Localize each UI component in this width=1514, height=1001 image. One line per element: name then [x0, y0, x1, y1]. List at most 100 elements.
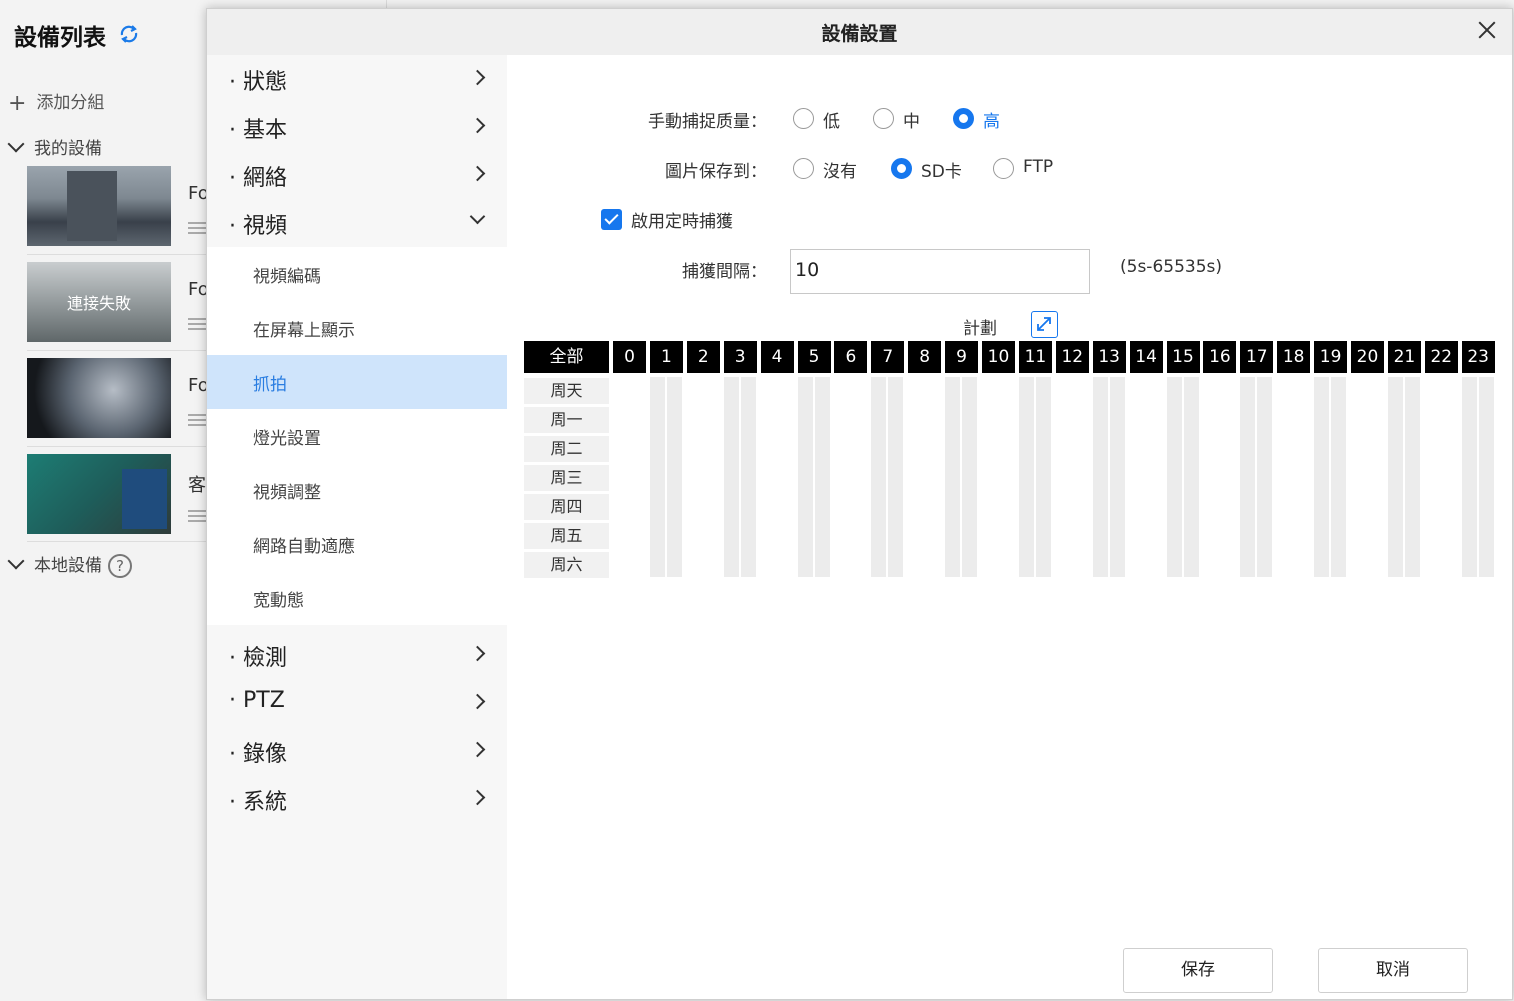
hour-header[interactable]: 6	[834, 341, 868, 373]
my-devices-group[interactable]: 我的設備	[7, 134, 102, 159]
schedule-slot[interactable]	[962, 377, 978, 577]
camera-thumbnail[interactable]: 連接失敗	[27, 262, 171, 342]
schedule-slot[interactable]	[1461, 377, 1477, 577]
menu-item-recording[interactable]: · 錄像	[207, 727, 507, 775]
timed-capture-checkbox[interactable]	[601, 209, 622, 230]
schedule-slot[interactable]	[740, 377, 756, 577]
hour-header[interactable]: 21	[1387, 341, 1421, 373]
settings-sliders-icon[interactable]	[188, 414, 206, 428]
day-row-header[interactable]: 周二	[524, 436, 609, 462]
hour-header[interactable]: 23	[1461, 341, 1495, 373]
hour-header[interactable]: 1	[649, 341, 683, 373]
submenu-item-video-adjust[interactable]: 視頻調整	[207, 463, 507, 517]
schedule-slot[interactable]	[1109, 377, 1125, 577]
schedule-slot[interactable]	[1018, 377, 1034, 577]
menu-item-system[interactable]: · 系統	[207, 775, 507, 823]
menu-item-ptz[interactable]: · PTZ	[207, 679, 507, 727]
menu-item-network[interactable]: · 網絡	[207, 151, 507, 199]
schedule-slot[interactable]	[1387, 377, 1403, 577]
schedule-slot[interactable]	[1331, 377, 1347, 577]
schedule-slot[interactable]	[649, 377, 665, 577]
cancel-button[interactable]: 取消	[1318, 948, 1468, 993]
divider	[27, 254, 207, 255]
schedule-slot[interactable]	[797, 377, 813, 577]
schedule-slot[interactable]	[888, 377, 904, 577]
submenu-item-wdr[interactable]: 宽動態	[207, 571, 507, 625]
camera-thumbnail[interactable]	[27, 166, 171, 246]
hour-header[interactable]: 10	[982, 341, 1015, 373]
hour-header[interactable]: 16	[1203, 341, 1237, 373]
schedule-slot[interactable]	[1257, 377, 1273, 577]
refresh-icon[interactable]	[117, 22, 141, 46]
day-row-header[interactable]: 周五	[524, 523, 609, 549]
hour-header[interactable]: 9	[945, 341, 979, 373]
interval-range-hint: (5s-65535s)	[1120, 257, 1223, 277]
hour-header[interactable]: 19	[1314, 341, 1348, 373]
submenu-item-light-settings[interactable]: 燈光設置	[207, 409, 507, 463]
hour-header[interactable]: 12	[1055, 341, 1089, 373]
save-button[interactable]: 保存	[1123, 948, 1273, 993]
schedule-slot[interactable]	[1183, 377, 1199, 577]
select-all-header[interactable]: 全部	[524, 341, 609, 373]
schedule-slot[interactable]	[1314, 377, 1330, 577]
save-ftp-radio[interactable]: FTP	[993, 157, 1063, 181]
submenu-item-snapshot[interactable]: 抓拍	[207, 355, 507, 409]
hour-header[interactable]: 20	[1351, 341, 1384, 373]
settings-sliders-icon[interactable]	[188, 318, 206, 332]
hour-header[interactable]: 5	[797, 341, 831, 373]
hour-header[interactable]: 0	[613, 341, 646, 373]
quality-high-radio[interactable]: 高	[953, 107, 1013, 132]
quality-label: 手動捕捉质量：	[648, 112, 767, 132]
expand-icon[interactable]	[1031, 311, 1058, 338]
camera-thumbnail[interactable]	[27, 358, 171, 438]
hour-header[interactable]: 17	[1240, 341, 1274, 373]
schedule-slot[interactable]	[1240, 377, 1256, 577]
hour-header[interactable]: 22	[1424, 341, 1458, 373]
schedule-slot[interactable]	[1478, 377, 1494, 577]
schedule-slot[interactable]	[1035, 377, 1051, 577]
schedule-slot[interactable]	[1166, 377, 1182, 577]
hour-header[interactable]: 4	[760, 341, 794, 373]
menu-item-detection[interactable]: · 檢測	[207, 631, 507, 679]
menu-item-basic[interactable]: · 基本	[207, 103, 507, 151]
camera-name[interactable]: 客	[188, 471, 206, 497]
hour-header[interactable]: 8	[908, 341, 942, 373]
day-row-header[interactable]: 周一	[524, 407, 609, 433]
local-devices-group[interactable]: 本地設備?	[7, 551, 132, 578]
hour-header[interactable]: 2	[686, 341, 720, 373]
schedule-slot[interactable]	[1404, 377, 1420, 577]
settings-sliders-icon[interactable]	[188, 510, 206, 524]
settings-sliders-icon[interactable]	[188, 222, 206, 236]
hour-header[interactable]: 11	[1018, 341, 1052, 373]
interval-input[interactable]: 10	[790, 249, 1090, 294]
schedule-slot[interactable]	[723, 377, 739, 577]
close-icon[interactable]	[1476, 19, 1498, 41]
day-row-header[interactable]: 周天	[524, 378, 609, 404]
save-none-radio[interactable]: 沒有	[793, 157, 868, 182]
hour-header[interactable]: 14	[1129, 341, 1163, 373]
schedule-slot[interactable]	[1092, 377, 1108, 577]
save-sd-card-radio[interactable]: SD卡	[891, 157, 971, 182]
day-row-header[interactable]: 周六	[524, 552, 609, 578]
menu-item-video[interactable]: · 視頻	[207, 199, 507, 247]
quality-low-radio[interactable]: 低	[793, 107, 853, 132]
hour-header[interactable]: 18	[1277, 341, 1311, 373]
submenu-item-osd[interactable]: 在屏幕上顯示	[207, 301, 507, 355]
menu-item-status[interactable]: · 狀態	[207, 55, 507, 103]
quality-medium-radio[interactable]: 中	[873, 107, 933, 132]
schedule-slot[interactable]	[945, 377, 961, 577]
camera-thumbnail[interactable]	[27, 454, 171, 534]
schedule-slot[interactable]	[666, 377, 682, 577]
schedule-slot[interactable]	[814, 377, 830, 577]
schedule-slot[interactable]	[871, 377, 887, 577]
add-group-button[interactable]: + 添加分組	[8, 88, 104, 116]
hour-header[interactable]: 7	[871, 341, 905, 373]
day-row-header[interactable]: 周四	[524, 494, 609, 520]
hour-header[interactable]: 13	[1092, 341, 1126, 373]
hour-header[interactable]: 15	[1166, 341, 1200, 373]
day-row-header[interactable]: 周三	[524, 465, 609, 491]
help-icon[interactable]: ?	[108, 554, 132, 578]
submenu-item-network-adaptive[interactable]: 網路自動適應	[207, 517, 507, 571]
hour-header[interactable]: 3	[723, 341, 757, 373]
submenu-item-video-encoding[interactable]: 視頻編碼	[207, 247, 507, 301]
